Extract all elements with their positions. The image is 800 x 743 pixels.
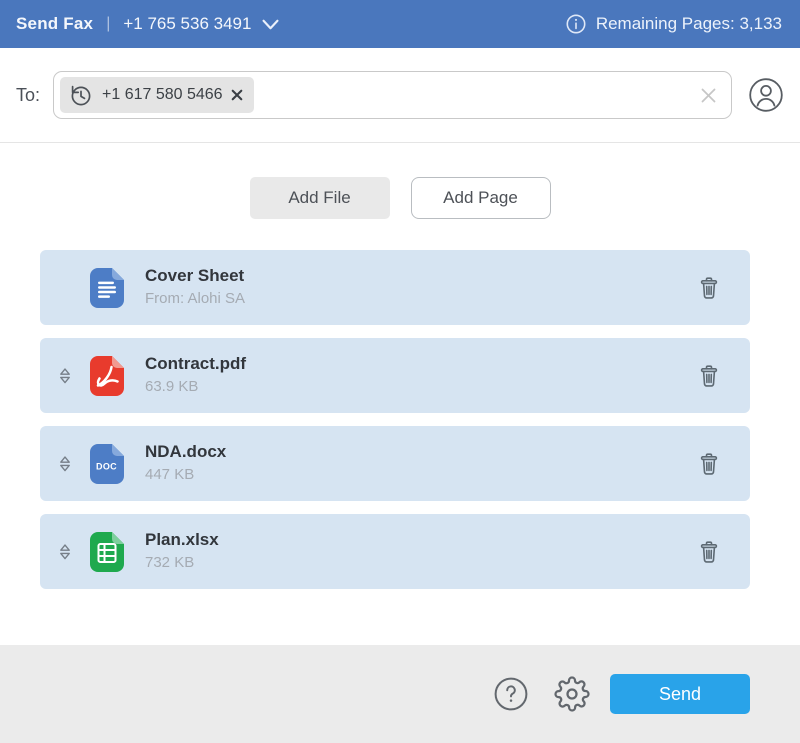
recipient-chip: +1 617 580 5466 [60, 77, 254, 113]
recipient-input[interactable]: +1 617 580 5466 [53, 71, 732, 119]
drag-handle[interactable] [40, 541, 90, 563]
doc-badge-label: DOC [96, 461, 117, 471]
delete-file-button[interactable] [697, 451, 721, 476]
file-type-icon: DOC [90, 268, 124, 308]
file-meta: Plan.xlsx 732 KB [145, 531, 219, 571]
file-detail: 447 KB [145, 467, 226, 484]
trash-icon [697, 451, 721, 476]
drag-sort-icon [54, 541, 76, 563]
help-circle-icon [494, 677, 528, 711]
file-row: DOC Contract.pdf 63.9 KB [40, 338, 750, 413]
file-row: DOC Plan.xlsx 732 KB [40, 514, 750, 589]
help-button[interactable] [494, 677, 528, 711]
drag-handle[interactable] [40, 277, 90, 299]
drag-sort-icon [54, 365, 76, 387]
remaining-pages: Remaining Pages: 3,133 [565, 13, 782, 35]
file-detail: 63.9 KB [145, 379, 246, 396]
trash-icon [697, 275, 721, 300]
drag-handle[interactable] [40, 365, 90, 387]
trash-icon [697, 363, 721, 388]
history-icon [67, 82, 94, 109]
trash-icon [697, 539, 721, 564]
file-row: DOC NDA.docx 447 KB [40, 426, 750, 501]
drag-sort-icon [54, 453, 76, 475]
file-meta: NDA.docx 447 KB [145, 443, 226, 483]
send-fax-app: Send Fax | +1 765 536 3491 Remaining Pag… [0, 0, 800, 743]
settings-button[interactable] [554, 676, 590, 712]
file-name: Contract.pdf [145, 355, 246, 374]
chip-remove-x-icon[interactable] [231, 89, 243, 101]
gear-icon [554, 676, 590, 712]
pdf-file-icon [90, 356, 124, 396]
recipient-section: To: +1 617 580 5466 [0, 48, 800, 143]
file-row: DOC Cover Sheet From: Alohi SA [40, 250, 750, 325]
file-detail: From: Alohi SA [145, 291, 245, 308]
header-bar: Send Fax | +1 765 536 3491 Remaining Pag… [0, 0, 800, 48]
chip-number-label: +1 617 580 5466 [102, 86, 223, 104]
file-type-icon: DOC [90, 356, 124, 396]
file-type-icon: DOC [90, 532, 124, 572]
add-file-button[interactable]: Add File [250, 177, 390, 219]
info-circle-icon[interactable] [565, 13, 587, 35]
add-page-button[interactable]: Add Page [411, 177, 551, 219]
contacts-button[interactable] [748, 77, 784, 113]
file-name: Plan.xlsx [145, 531, 219, 550]
remaining-pages-label: Remaining Pages: 3,133 [596, 14, 782, 34]
file-list: DOC Cover Sheet From: Alohi SA [40, 250, 750, 589]
attachment-actions: Add File Add Page [0, 177, 800, 219]
delete-file-button[interactable] [697, 539, 721, 564]
delete-file-button[interactable] [697, 275, 721, 300]
cover-sheet-doc-icon [90, 268, 124, 308]
doc-file-icon: DOC [90, 444, 124, 484]
file-detail: 732 KB [145, 555, 219, 572]
file-name: NDA.docx [145, 443, 226, 462]
send-button[interactable]: Send [610, 674, 750, 714]
chevron-down-icon [261, 18, 280, 31]
file-name: Cover Sheet [145, 267, 245, 286]
page-title: Send Fax [16, 14, 93, 34]
clear-input-x-icon[interactable] [700, 87, 717, 104]
header-separator: | [106, 15, 110, 33]
drag-handle[interactable] [40, 453, 90, 475]
footer-bar: Send [0, 645, 800, 743]
xlsx-file-icon [90, 532, 124, 572]
to-label: To: [16, 85, 40, 106]
fax-number-label: +1 765 536 3491 [123, 14, 251, 34]
file-meta: Cover Sheet From: Alohi SA [145, 267, 245, 307]
file-meta: Contract.pdf 63.9 KB [145, 355, 246, 395]
delete-file-button[interactable] [697, 363, 721, 388]
fax-number-selector[interactable]: +1 765 536 3491 [123, 14, 280, 34]
file-type-icon: DOC [90, 444, 124, 484]
